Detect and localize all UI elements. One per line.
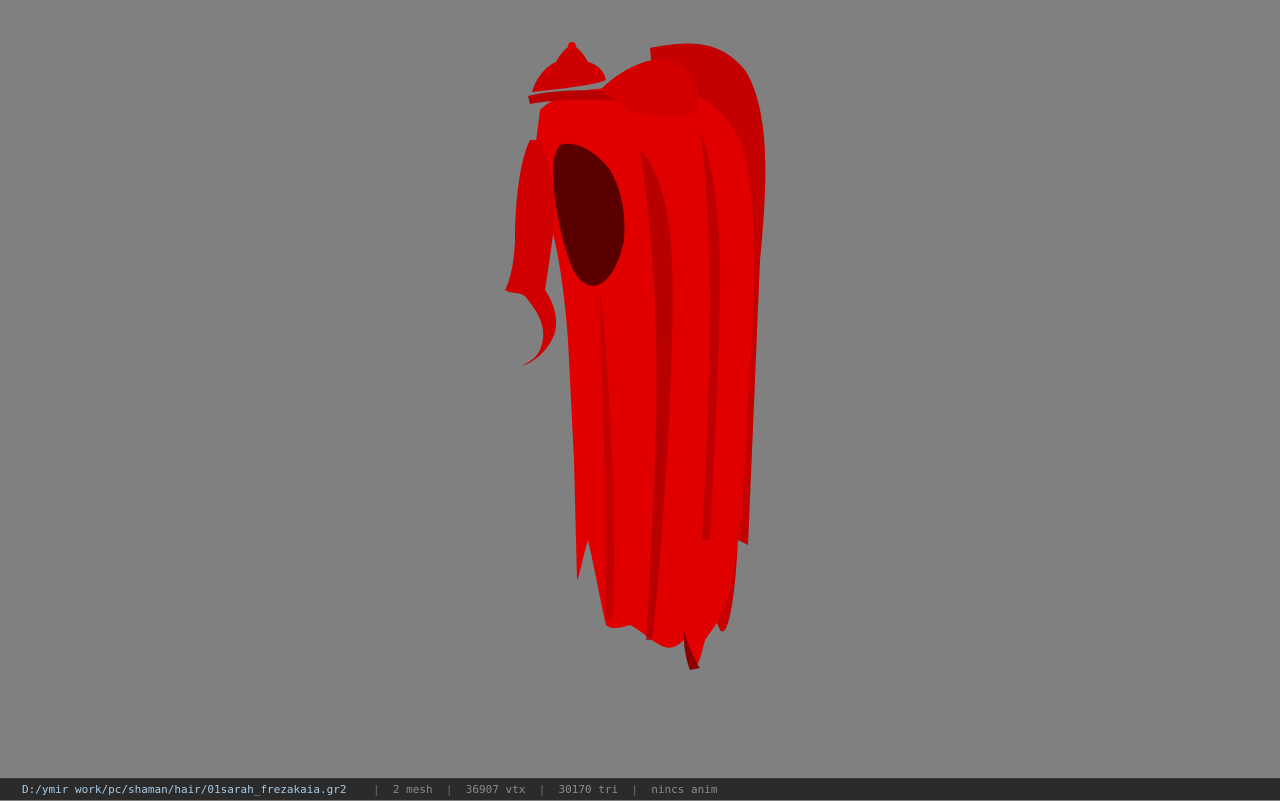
- separator: |: [538, 783, 546, 796]
- mesh-count: 2 mesh: [392, 783, 433, 796]
- 3d-viewport[interactable]: [0, 0, 1280, 778]
- separator: |: [631, 783, 638, 796]
- tiara-jewel: [593, 69, 599, 75]
- vertex-count: 36907 vtx: [465, 783, 526, 796]
- status-bar: D:/ymir work/pc/shaman/hair/01sarah_frez…: [0, 778, 1280, 800]
- separator: |: [373, 783, 380, 796]
- triangle-count: 30170 tri: [558, 783, 619, 796]
- separator: |: [445, 783, 453, 796]
- file-path: D:/ymir work/pc/shaman/hair/01sarah_frez…: [22, 783, 347, 796]
- tiara-jewel: [568, 42, 576, 50]
- hair-model-render: [505, 42, 766, 670]
- side-curl-strand: [505, 140, 557, 366]
- tiara-crown: [532, 44, 606, 92]
- anim-status: nincs anim: [651, 783, 718, 796]
- tiara-jewel: [545, 69, 551, 75]
